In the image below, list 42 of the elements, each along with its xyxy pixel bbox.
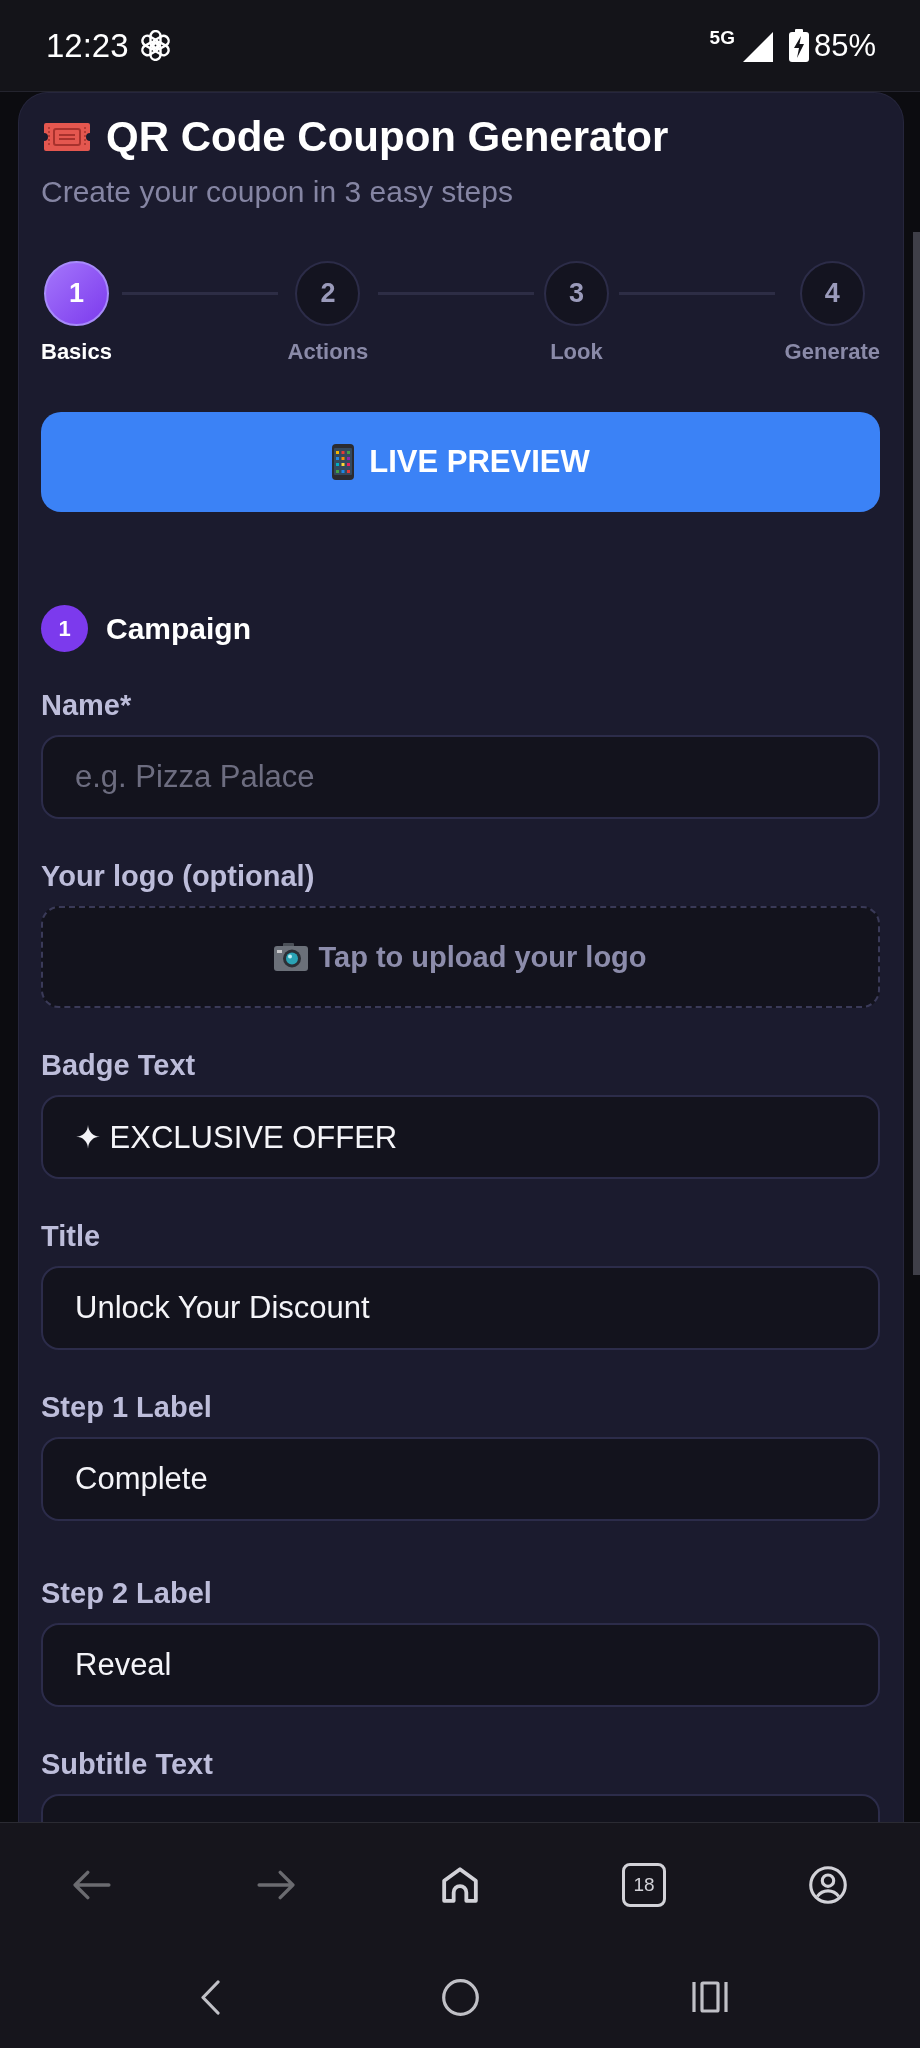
field-label: Title (41, 1220, 102, 1252)
tabs-count-button[interactable]: 18 (622, 1862, 666, 1907)
step-label: Generate (784, 339, 880, 365)
section-number: 1 (41, 605, 88, 652)
chevron-left-icon (199, 1979, 221, 2015)
app-subtitle: Create your coupon in 3 easy steps (41, 175, 514, 209)
text-field[interactable] (41, 1794, 880, 1822)
field-label: Name* (41, 689, 133, 721)
account-icon (809, 1865, 847, 1904)
circle-icon (441, 1978, 479, 2016)
field-label: Step 1 Label (41, 1391, 213, 1423)
step-label: Basics (41, 339, 112, 365)
clock-time: 12:23 (46, 26, 129, 65)
logo-upload-area[interactable]: Tap to upload your logo (41, 906, 880, 1008)
battery-icon (788, 29, 809, 62)
step-label: Look (550, 339, 603, 365)
text-field[interactable]: Complete (41, 1437, 880, 1521)
ticket-icon (43, 122, 91, 152)
house-icon (441, 1865, 479, 1904)
step-label: Actions (287, 339, 369, 365)
step-circle[interactable]: 3 (543, 261, 609, 326)
step-circle[interactable]: 4 (799, 261, 865, 326)
network-type: 5G (709, 27, 735, 49)
field-label: Subtitle Text (41, 1748, 214, 1780)
field-label: Step 2 Label (41, 1577, 213, 1609)
camera-icon (274, 943, 309, 971)
text-field[interactable]: Reveal (41, 1623, 880, 1707)
text-field[interactable]: ✦ EXCLUSIVE OFFER (41, 1095, 880, 1179)
text-field[interactable]: e.g. Pizza Palace (41, 735, 880, 819)
step-circle[interactable]: 1 (43, 261, 109, 326)
phone-icon (331, 444, 356, 480)
battery-level: 85% (813, 27, 876, 64)
step-circle[interactable]: 2 (295, 261, 361, 326)
knot-icon (139, 30, 171, 61)
recent-apps-icon (692, 1981, 728, 2013)
app-title: QR Code Coupon Generator (106, 113, 669, 161)
signal-icon (742, 31, 773, 62)
text-field[interactable]: Unlock Your Discount (41, 1266, 880, 1350)
live-preview-button[interactable]: LIVE PREVIEW (41, 412, 880, 512)
field-label: Badge Text (41, 1049, 197, 1081)
section-title: Campaign (106, 611, 252, 646)
field-label: Your logo (optional) (41, 860, 316, 892)
